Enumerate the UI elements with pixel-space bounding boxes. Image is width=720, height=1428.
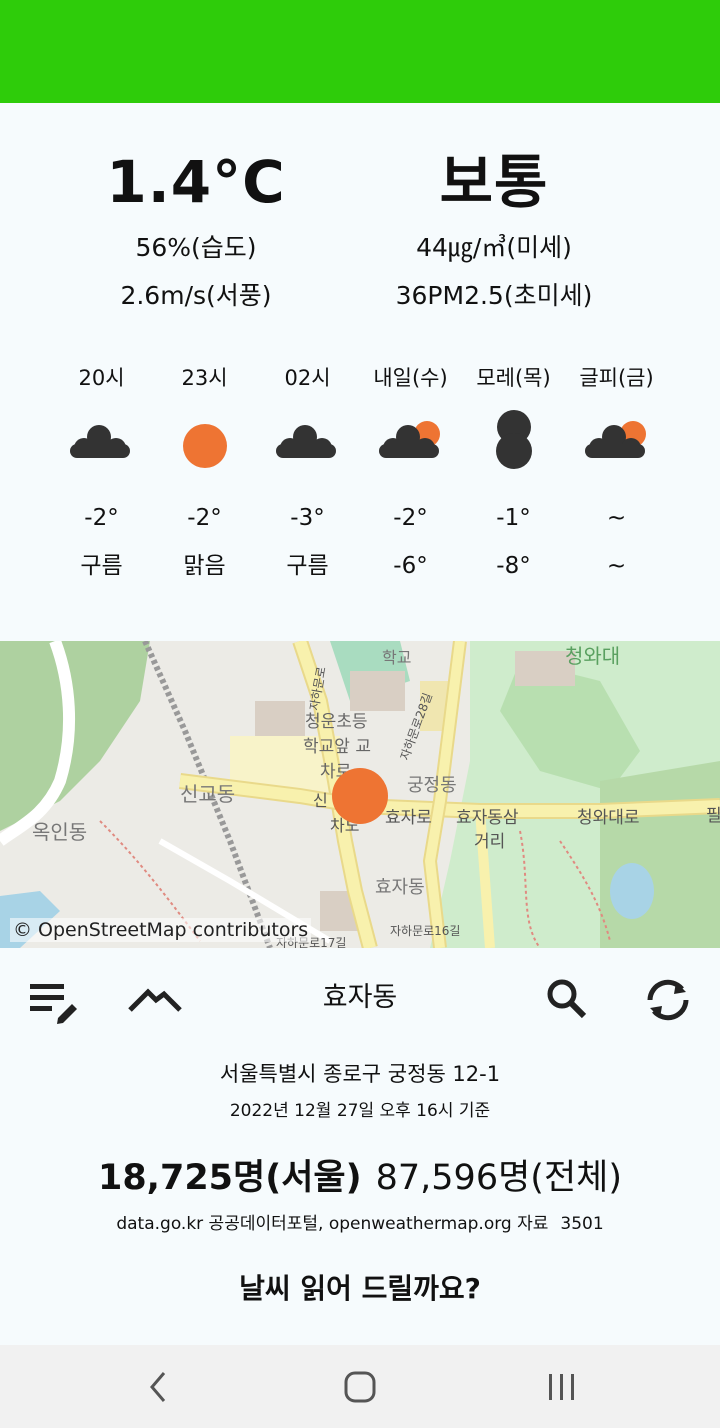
map-label: 효자동삼 (456, 808, 519, 828)
search-icon[interactable] (538, 970, 598, 1030)
pm10-text: 44㎍/㎥(미세) (416, 233, 572, 262)
forecast-low: -6° (393, 553, 428, 579)
map-label: 자하문로 (307, 666, 328, 712)
seoul-count: 18,725명(서울) (97, 1158, 362, 1198)
address-text: 서울특별시 종로구 궁정동 12-1 (219, 1062, 501, 1086)
chevron-up-icon[interactable] (124, 970, 184, 1030)
map-credit[interactable]: © OpenStreetMap contributors (10, 918, 312, 942)
forecast-time: 02시 (284, 366, 331, 390)
map-label: 청와대 (565, 644, 620, 668)
map-label: 신 (313, 791, 328, 810)
forecast-row: 20시 -2° 구름 23시 -2° 맑음 02시 -3° 구름 내일(수) -… (50, 358, 670, 598)
source-text: data.go.kr 공공데이터포털, openweathermap.org 자… (116, 1214, 549, 1234)
data-source: data.go.kr 공공데이터포털, openweathermap.org 자… (0, 1208, 720, 1240)
recent-apps-icon[interactable] (532, 1365, 592, 1409)
forecast-high: -2° (84, 505, 119, 531)
base-time-text: 2022년 12월 27일 오후 16시 기준 (229, 1101, 491, 1121)
cloud-icon (256, 398, 359, 494)
pm25-text: 36PM2.5(초미세) (395, 281, 593, 310)
map-label: 학교 (382, 648, 411, 667)
forecast-time: 내일(수) (373, 366, 448, 390)
forecast-item: 글피(금) ~ ~ (565, 358, 668, 590)
map-label: 필 (706, 806, 720, 826)
forecast-low: 구름 (286, 553, 329, 579)
refresh-icon[interactable] (638, 970, 698, 1030)
edit-list-icon[interactable] (24, 970, 84, 1030)
forecast-low: ~ (606, 553, 627, 579)
map-label: 학교앞 교 (303, 737, 371, 757)
forecast-time: 23시 (181, 366, 228, 390)
forecast-high: -2° (187, 505, 222, 531)
location-marker (332, 768, 388, 824)
cloud-sun-icon (359, 398, 462, 494)
map-label: 옥인동 (32, 820, 87, 844)
forecast-item: 모레(목) -1° -8° (462, 358, 565, 590)
forecast-item: 내일(수) -2° -6° (359, 358, 462, 590)
forecast-item: 23시 -2° 맑음 (153, 358, 256, 590)
forecast-time: 글피(금) (579, 366, 654, 390)
forecast-time: 20시 (78, 366, 125, 390)
forecast-low: -8° (496, 553, 531, 579)
map-label: 자하문로28길 (398, 691, 435, 762)
app-header-bar (0, 0, 720, 103)
forecast-high: ~ (606, 505, 627, 531)
forecast-low: 구름 (80, 553, 123, 579)
forecast-item: 20시 -2° 구름 (50, 358, 153, 590)
sun-icon (153, 398, 256, 494)
user-counts: 18,725명(서울) 87,596명(전체) (0, 1150, 720, 1206)
map-label: 자하문로16길 (390, 924, 460, 938)
forecast-low: 맑음 (183, 553, 226, 579)
forecast-item: 02시 -3° 구름 (256, 358, 359, 590)
location-title: 효자동 (322, 982, 398, 1013)
map-label: 거리 (474, 832, 505, 852)
map-label: 청운초등 (305, 712, 368, 732)
forecast-high: -2° (393, 505, 428, 531)
dark-clouds-icon (462, 398, 565, 494)
system-nav-bar (0, 1345, 720, 1428)
cloud-sun-icon (565, 398, 668, 494)
current-weather: 1.4°C 56%(습도) 2.6m/s(서풍) 보통 44㎍/㎥(미세) 36… (0, 140, 720, 330)
back-icon[interactable] (130, 1365, 190, 1409)
forecast-high: -3° (290, 505, 325, 531)
cloud-icon (50, 398, 153, 494)
air-quality-block: 보통 44㎍/㎥(미세) 36PM2.5(초미세) (314, 140, 674, 320)
read-weather-button[interactable]: 날씨 읽어 드릴까요? (160, 1266, 560, 1312)
map-label: 효자로 (385, 808, 432, 828)
total-count: 87,596명(전체) (375, 1158, 623, 1198)
home-icon[interactable] (330, 1365, 390, 1409)
location-map[interactable]: 청와대 학교 청운초등 학교앞 교 차로 궁정동 신교동 효자로 효자동삼 거리… (0, 641, 720, 948)
air-quality-grade: 보통 (439, 148, 549, 216)
map-label: 신교동 (180, 782, 235, 806)
forecast-time: 모레(목) (476, 366, 551, 390)
source-number: 3501 (560, 1214, 604, 1234)
map-label: 궁정동 (407, 775, 457, 796)
map-label: 효자동 (375, 877, 425, 898)
map-label: 청와대로 (577, 808, 640, 828)
toolbar: 효자동 (0, 960, 720, 1040)
forecast-high: -1° (496, 505, 531, 531)
